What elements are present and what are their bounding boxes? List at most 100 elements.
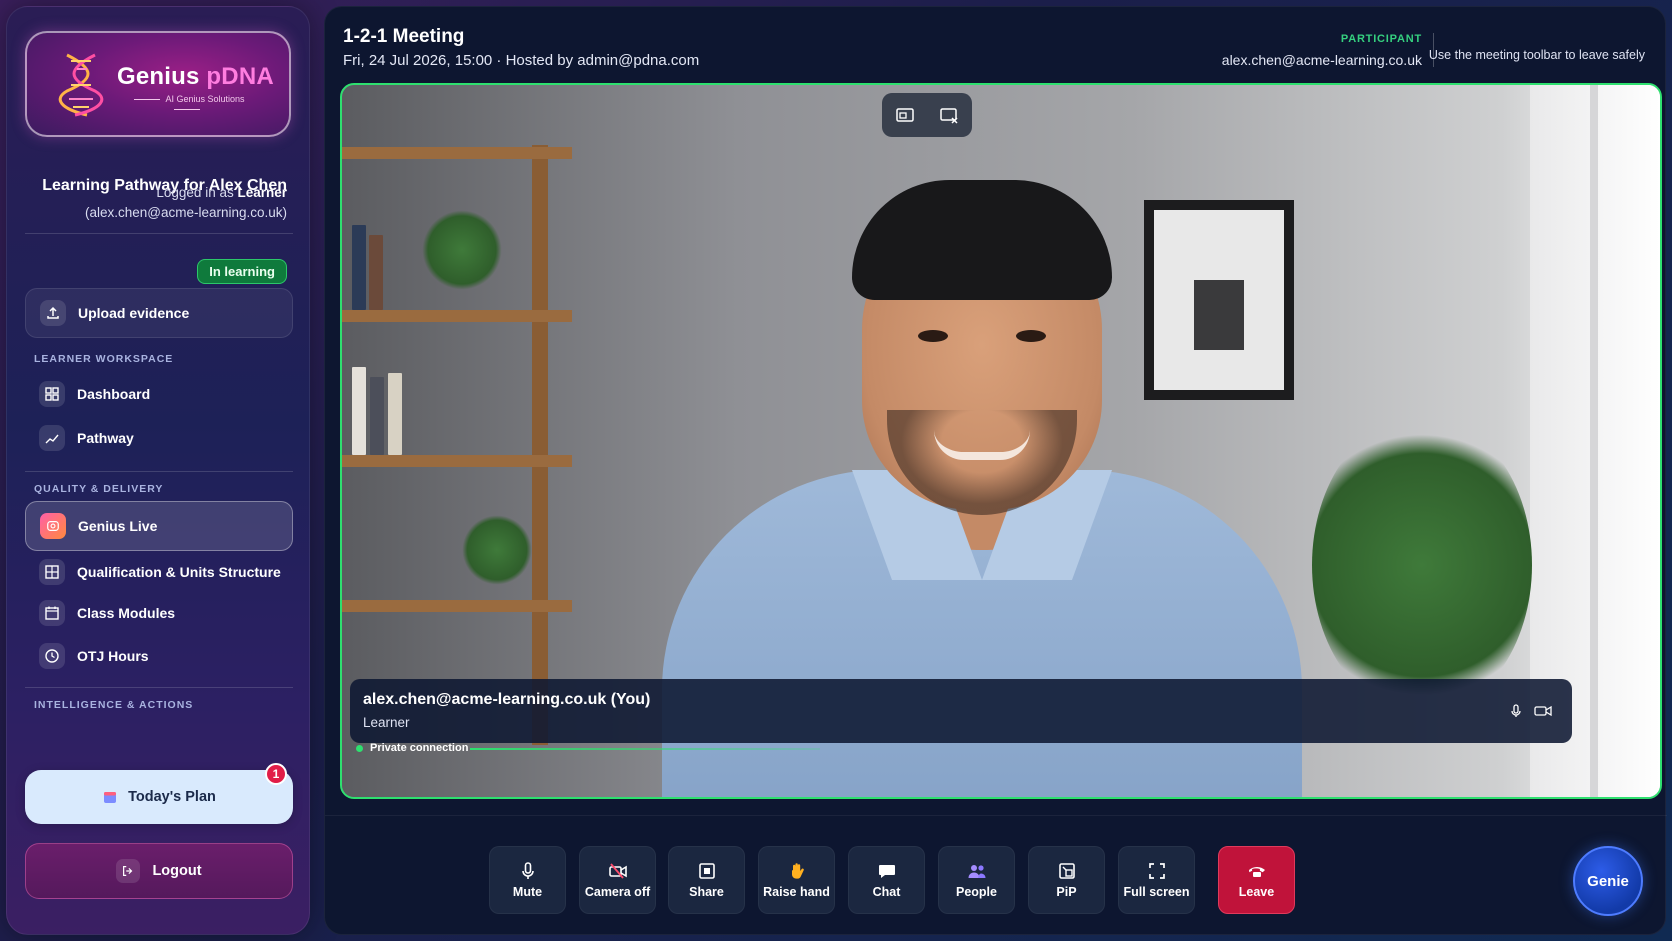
connection-label: Private connection xyxy=(370,742,469,754)
brand-tagline: AI Genius Solutions xyxy=(117,94,257,114)
camera-off-icon xyxy=(608,863,627,879)
book xyxy=(369,235,383,310)
sidebar-item-label: Class Modules xyxy=(77,605,176,621)
participant-name: alex.chen@acme-learning.co.uk (You) xyxy=(363,691,651,708)
logout-icon xyxy=(116,859,141,883)
chat-button[interactable]: Chat xyxy=(848,846,925,914)
chat-icon xyxy=(878,865,895,878)
user-email: (alex.chen@acme-learning.co.uk) xyxy=(84,205,287,220)
shelf xyxy=(342,147,572,159)
calendar-icon xyxy=(39,600,65,626)
upload-evidence-label: Upload evidence xyxy=(78,305,190,321)
video-tile[interactable]: alex.chen@acme-learning.co.uk (You) Lear… xyxy=(340,83,1662,799)
logout-button[interactable]: Logout xyxy=(25,843,293,899)
sidebar-item-otj-hours[interactable]: OTJ Hours xyxy=(25,636,293,676)
participant-email: alex.chen@acme-learning.co.uk xyxy=(1221,52,1422,68)
participant-role: Learner xyxy=(363,715,410,730)
camera-icon xyxy=(1534,705,1552,717)
logged-in-line: Logged in as Learner xyxy=(156,185,287,200)
raise-hand-label: Raise hand xyxy=(763,885,830,899)
raise-hand-button[interactable]: Raise hand xyxy=(758,846,835,914)
sidebar-item-pathway[interactable]: Pathway xyxy=(25,418,293,458)
upload-evidence-button[interactable]: Upload evidence xyxy=(25,288,293,338)
status-dot xyxy=(356,744,363,752)
chart-line-icon xyxy=(39,425,65,451)
pip-button[interactable]: PiP xyxy=(1028,846,1105,914)
plant xyxy=(462,515,532,585)
camera-off-button[interactable]: Camera off xyxy=(579,846,656,914)
microphone-icon xyxy=(521,862,534,879)
table-icon xyxy=(39,559,65,585)
divider xyxy=(25,471,293,472)
share-button[interactable]: Share xyxy=(668,846,745,914)
shelf xyxy=(342,455,572,467)
upload-icon xyxy=(40,300,66,326)
section-learner-workspace: LEARNER WORKSPACE xyxy=(34,353,174,365)
status-badge: In learning xyxy=(197,259,287,284)
video-view-tools xyxy=(882,93,972,137)
section-intelligence-actions: INTELLIGENCE & ACTIONS xyxy=(34,699,194,711)
todays-plan-label: Today's Plan xyxy=(128,789,216,805)
notification-count-badge: 1 xyxy=(265,763,287,785)
fullscreen-label: Full screen xyxy=(1123,885,1190,899)
book xyxy=(370,377,384,455)
plant xyxy=(422,210,502,290)
picture-in-picture-icon xyxy=(1058,863,1075,879)
sidebar: Genius pDNA AI Genius Solutions Learning… xyxy=(6,6,310,935)
people-button[interactable]: People xyxy=(938,846,1015,914)
participant-name-bar: alex.chen@acme-learning.co.uk (You) Lear… xyxy=(350,679,1572,743)
sidebar-item-label: OTJ Hours xyxy=(77,648,149,664)
sidebar-item-genius-live[interactable]: Genius Live xyxy=(25,501,293,551)
screen-share-icon xyxy=(698,863,715,879)
pip-label: PiP xyxy=(1056,885,1077,899)
sidebar-item-qualification[interactable]: Qualification & Units Structure xyxy=(25,552,293,592)
sidebar-item-dashboard[interactable]: Dashboard xyxy=(25,374,293,414)
connection-indicator-line xyxy=(470,748,820,750)
people-label: People xyxy=(956,885,997,899)
media-indicators xyxy=(1508,703,1552,719)
clock-icon xyxy=(39,643,65,669)
phone-hangup-icon xyxy=(1248,867,1265,877)
hand-icon xyxy=(791,863,804,879)
section-quality-delivery: QUALITY & DELIVERY xyxy=(34,483,164,495)
plant xyxy=(1312,415,1532,715)
sidebar-item-label: Pathway xyxy=(77,430,134,446)
leave-button[interactable]: Leave xyxy=(1218,846,1295,914)
brand-logo: Genius pDNA AI Genius Solutions xyxy=(25,31,291,137)
mute-button[interactable]: Mute xyxy=(489,846,566,914)
todays-plan-button[interactable]: Today's Plan 1 xyxy=(25,763,293,824)
shelf-post xyxy=(532,145,548,745)
brand-name: Genius pDNA xyxy=(117,63,274,90)
book xyxy=(388,373,402,455)
full-screen-button[interactable]: Full screen xyxy=(1118,846,1195,914)
divider xyxy=(25,687,293,688)
connection-status: Private connection xyxy=(356,742,468,754)
sidebar-item-class-modules[interactable]: Class Modules xyxy=(25,593,293,633)
sidebar-item-label: Qualification & Units Structure xyxy=(77,564,281,580)
meeting-panel: 1-2-1 Meeting Fri, 24 Jul 2026, 15:00 · … xyxy=(324,6,1667,935)
camera-label: Camera off xyxy=(584,885,651,899)
fullscreen-icon xyxy=(1148,863,1165,879)
sidebar-item-label: Dashboard xyxy=(77,386,151,402)
live-camera-icon xyxy=(40,513,66,539)
people-icon xyxy=(968,865,985,878)
calendar-icon xyxy=(104,792,117,803)
microphone-icon xyxy=(1511,704,1521,717)
sidebar-item-label: Genius Live xyxy=(78,518,158,534)
shelf xyxy=(342,310,572,322)
book xyxy=(352,225,366,310)
share-label: Share xyxy=(689,885,724,899)
chat-label: Chat xyxy=(872,885,901,899)
leave-hint: Use the meeting toolbar to leave safely xyxy=(1428,48,1645,62)
meeting-title: 1-2-1 Meeting xyxy=(343,26,465,47)
meeting-toolbar: Mute Camera off Share Raise hand Chat Pe… xyxy=(325,815,1667,935)
leave-label: Leave xyxy=(1238,885,1275,899)
swap-view-icon[interactable] xyxy=(890,100,920,130)
mute-label: Mute xyxy=(512,885,543,899)
grid-icon xyxy=(39,381,65,407)
participant-role-label: PARTICIPANT xyxy=(1340,33,1422,45)
logout-label: Logout xyxy=(152,863,202,879)
spotlight-off-icon[interactable] xyxy=(934,100,964,130)
genie-assistant-button[interactable]: Genie xyxy=(1573,846,1643,916)
shelf xyxy=(342,600,572,612)
